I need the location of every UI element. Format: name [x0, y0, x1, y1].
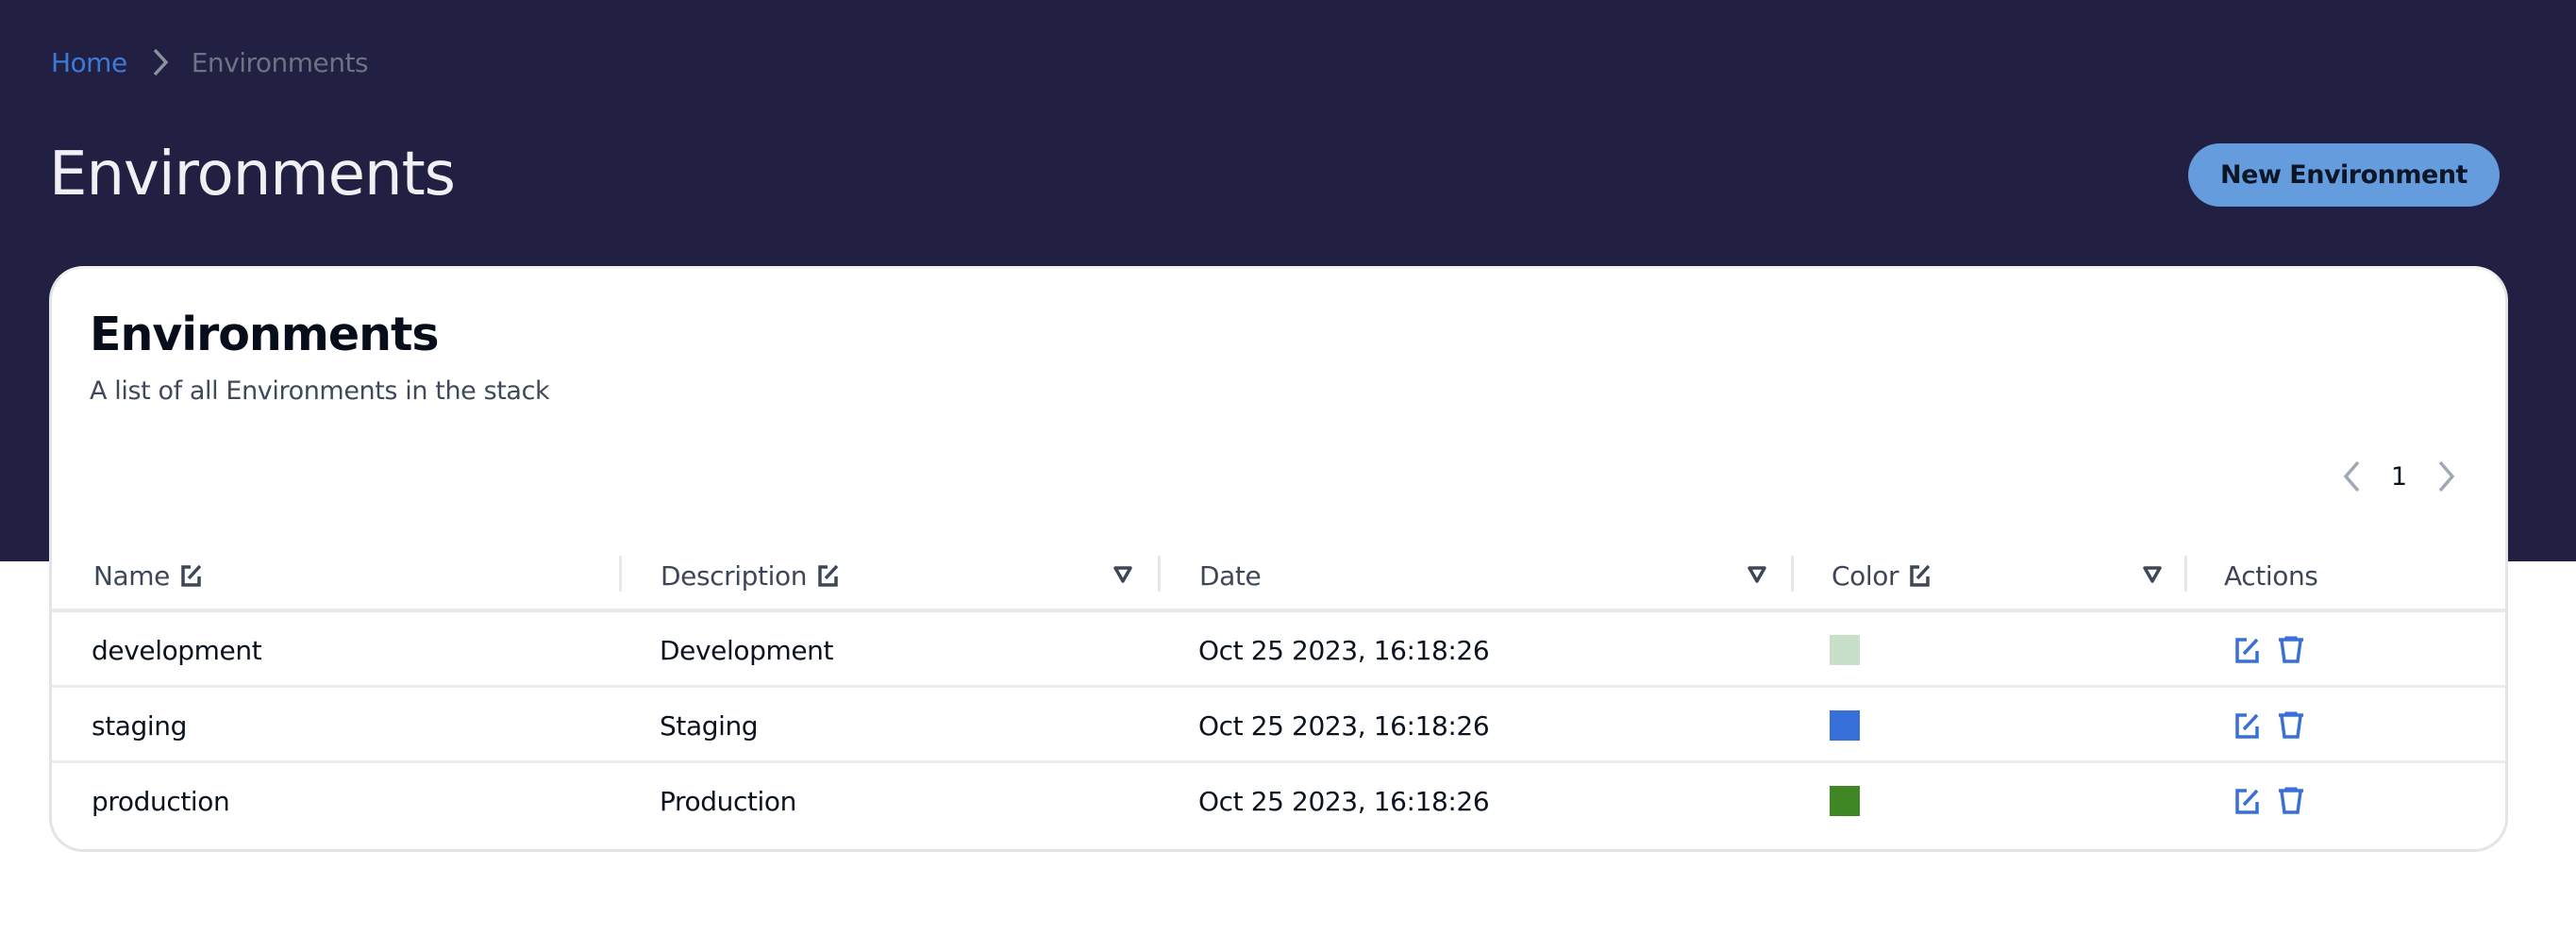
- cell-date: Oct 25 2023, 16:18:26: [1198, 709, 1490, 742]
- cell-actions: [2234, 612, 2321, 688]
- environments-card: Environments A list of all Environments …: [49, 266, 2508, 852]
- cell-date: Oct 25 2023, 16:18:26: [1198, 785, 1490, 817]
- chevron-left-icon: [2343, 460, 2360, 492]
- column-resize-handle[interactable]: [619, 556, 622, 592]
- card-title: Environments: [90, 308, 440, 361]
- column-header-actions: Actions: [2224, 542, 2327, 609]
- table-row: production Production Oct 25 2023, 16:18…: [52, 763, 2505, 839]
- edit-icon[interactable]: [2234, 711, 2261, 740]
- pagination-current-page[interactable]: 1: [2391, 462, 2407, 492]
- trash-icon[interactable]: [2278, 787, 2304, 815]
- filter-icon[interactable]: [1112, 564, 1133, 585]
- column-resize-handle[interactable]: [1158, 556, 1161, 592]
- environments-table: Name Description Date Color Actions deve…: [52, 542, 2505, 839]
- cell-date: Oct 25 2023, 16:18:26: [1198, 634, 1490, 666]
- column-header-date[interactable]: Date: [1199, 542, 1270, 609]
- table-row: staging Staging Oct 25 2023, 16:18:26: [52, 688, 2505, 763]
- cell-name: production: [92, 785, 230, 817]
- cell-actions: [2234, 763, 2321, 839]
- edit-icon[interactable]: [2234, 636, 2261, 664]
- column-header-name[interactable]: Name: [93, 542, 204, 609]
- column-resize-handle[interactable]: [1791, 556, 1794, 592]
- trash-icon[interactable]: [2278, 636, 2304, 664]
- cell-description: Development: [660, 634, 834, 666]
- pagination: 1: [2340, 456, 2458, 497]
- pagination-next-button[interactable]: [2434, 458, 2458, 495]
- chevron-right-icon: [150, 47, 171, 77]
- cell-actions: [2234, 688, 2321, 763]
- cell-color: [1830, 763, 1860, 839]
- new-environment-button[interactable]: New Environment: [2188, 143, 2500, 207]
- table-header: Name Description Date Color Actions: [52, 542, 2505, 612]
- table-row: development Development Oct 25 2023, 16:…: [52, 612, 2505, 688]
- chevron-right-icon: [2438, 460, 2455, 492]
- filter-icon[interactable]: [1747, 564, 1767, 585]
- breadcrumb-current: Environments: [191, 46, 369, 78]
- pagination-prev-button[interactable]: [2340, 458, 2365, 495]
- cell-name: development: [92, 634, 262, 666]
- edit-column-icon[interactable]: [1908, 562, 1932, 589]
- cell-color: [1830, 612, 1860, 688]
- breadcrumb-home-link[interactable]: Home: [51, 47, 127, 78]
- table-body: development Development Oct 25 2023, 16:…: [52, 612, 2505, 839]
- column-header-color[interactable]: Color: [1832, 542, 1932, 609]
- filter-icon[interactable]: [2142, 564, 2163, 585]
- card-subtitle: A list of all Environments in the stack: [90, 376, 550, 406]
- column-label: Name: [93, 559, 171, 592]
- trash-icon[interactable]: [2278, 711, 2304, 740]
- edit-column-icon[interactable]: [816, 562, 841, 589]
- color-swatch: [1830, 710, 1860, 741]
- cell-description: Production: [660, 785, 796, 817]
- color-swatch: [1830, 635, 1860, 665]
- cell-description: Staging: [660, 709, 759, 742]
- edit-column-icon[interactable]: [179, 562, 204, 589]
- cell-name: staging: [92, 709, 187, 742]
- edit-icon[interactable]: [2234, 787, 2261, 815]
- column-header-description[interactable]: Description: [661, 542, 841, 609]
- column-label: Description: [661, 559, 808, 592]
- column-label: Color: [1832, 559, 1899, 592]
- page-title: Environments: [49, 140, 456, 209]
- column-label: Actions: [2224, 559, 2318, 592]
- color-swatch: [1830, 786, 1860, 816]
- column-resize-handle[interactable]: [2184, 556, 2187, 592]
- column-label: Date: [1199, 559, 1262, 592]
- cell-color: [1830, 688, 1860, 763]
- breadcrumb: Home Environments: [51, 43, 369, 81]
